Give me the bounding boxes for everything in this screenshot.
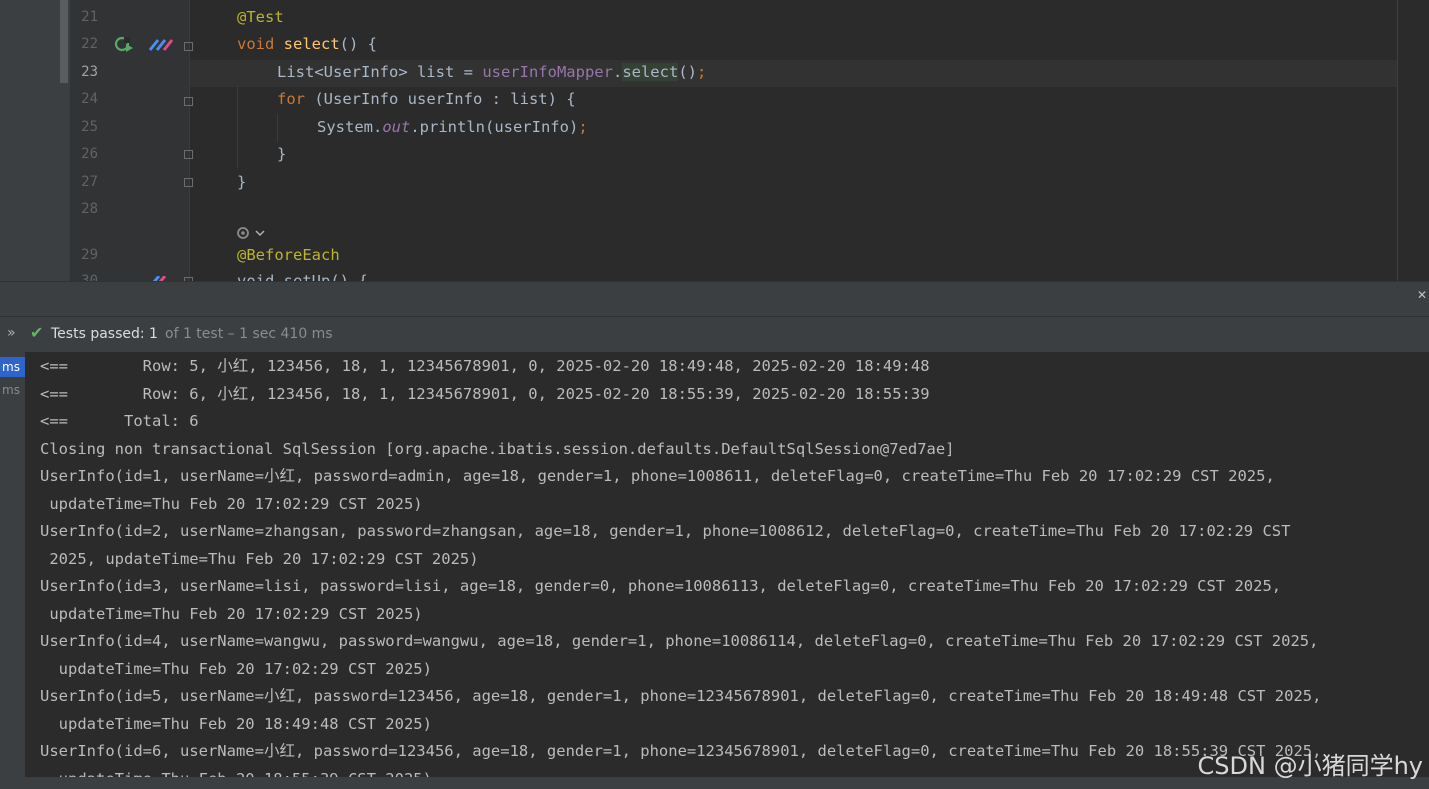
console-line: UserInfo(id=2, userName=zhangsan, passwo…: [40, 522, 1291, 540]
tests-passed-label: Tests passed: 1: [51, 326, 158, 342]
fold-marker-icon[interactable]: [184, 42, 193, 51]
console-line: updateTime=Thu Feb 20 17:02:29 CST 2025): [40, 605, 423, 623]
method-name: select: [283, 35, 340, 53]
run-test-icon[interactable]: [114, 36, 134, 54]
console-line: updateTime=Thu Feb 20 17:02:29 CST 2025): [40, 660, 432, 678]
console-line: <== Total: 6: [40, 412, 199, 430]
watermark: CSDN @小猪同学hy: [1197, 752, 1423, 780]
console-line: Closing non transactional SqlSession [or…: [40, 440, 955, 458]
fold-marker-icon[interactable]: [184, 97, 193, 106]
test-tree-item[interactable]: ms: [2, 383, 20, 397]
line-number: 24: [81, 91, 98, 107]
close-icon[interactable]: ✕: [1417, 288, 1427, 302]
code-editor[interactable]: 21 22 23 24 25 26 27 28 29 30 @Test void…: [0, 0, 1429, 281]
indent-guide: [277, 114, 278, 142]
line-number-active: 23: [81, 64, 98, 80]
test-status-bar: » ✔ Tests passed: 1 of 1 test – 1 sec 41…: [0, 316, 1429, 353]
indent-guide: [237, 86, 238, 168]
code-text: System.: [317, 118, 383, 136]
fold-marker-icon[interactable]: [184, 150, 193, 159]
console-line: <== Row: 6, 小红, 123456, 18, 1, 123456789…: [40, 385, 930, 403]
line-number: 21: [81, 9, 98, 25]
method-call-highlight: select: [622, 63, 679, 81]
line-number: 28: [81, 201, 98, 217]
console-line: UserInfo(id=1, userName=小红, password=adm…: [40, 467, 1275, 485]
keyword: void: [237, 35, 275, 53]
code-line[interactable]: void setUp() {: [237, 268, 368, 281]
code-line[interactable]: }: [277, 141, 286, 168]
console-line: UserInfo(id=5, userName=小红, password=123…: [40, 687, 1322, 705]
semicolon: ;: [578, 118, 588, 136]
code-text: List<UserInfo> list =: [277, 63, 483, 81]
semicolon: ;: [696, 63, 707, 81]
fold-marker-icon[interactable]: [184, 178, 193, 187]
field-ref: userInfoMapper: [482, 63, 613, 81]
code-line[interactable]: System.out.println(userInfo);: [317, 114, 588, 141]
side-scrollbar[interactable]: [60, 0, 68, 83]
console-line: 2025, updateTime=Thu Feb 20 17:02:29 CST…: [40, 550, 479, 568]
code-line[interactable]: void select() {: [237, 31, 377, 58]
line-number: 25: [81, 119, 98, 135]
mybatis-icon[interactable]: [148, 38, 174, 52]
code-text: (): [678, 63, 697, 81]
line-number: 22: [81, 36, 98, 52]
console-line: UserInfo(id=3, userName=lisi, password=l…: [40, 577, 1282, 595]
code-line-current[interactable]: List<UserInfo> list = userInfoMapper.sel…: [277, 59, 706, 86]
console-line: updateTime=Thu Feb 20 18:55:39 CST 2025): [40, 766, 432, 777]
code-line[interactable]: @BeforeEach: [237, 242, 340, 269]
console-line: updateTime=Thu Feb 20 17:02:29 CST 2025): [40, 495, 423, 513]
line-number: 30: [81, 273, 98, 281]
check-icon: ✔: [30, 323, 44, 342]
panel-splitter[interactable]: ✕: [0, 281, 1429, 317]
expand-chevron-icon[interactable]: »: [7, 325, 16, 341]
test-tree-item-selected[interactable]: ms: [0, 357, 25, 377]
tests-meta: of 1 test – 1 sec 410 ms: [165, 326, 333, 342]
console-line: UserInfo(id=6, userName=小红, password=123…: [40, 742, 1322, 760]
code-text: () {: [339, 35, 377, 53]
static-field: out: [382, 118, 411, 136]
code-line[interactable]: @Test: [237, 4, 284, 31]
code-text: .println(userInfo): [410, 118, 579, 136]
code-text: .: [612, 63, 623, 81]
inline-hint-icon[interactable]: [236, 225, 268, 241]
code-line[interactable]: for (UserInfo userInfo : list) {: [277, 86, 576, 113]
line-number: 26: [81, 146, 98, 162]
test-tree: ms ms: [0, 352, 25, 782]
console-output[interactable]: <== Row: 5, 小红, 123456, 18, 1, 123456789…: [25, 352, 1429, 777]
right-margin-guide: [1397, 0, 1398, 281]
console-line: UserInfo(id=4, userName=wangwu, password…: [40, 632, 1319, 650]
keyword: for: [277, 90, 305, 108]
line-number: 27: [81, 174, 98, 190]
console-line: updateTime=Thu Feb 20 18:49:48 CST 2025): [40, 715, 432, 733]
code-line[interactable]: }: [237, 169, 246, 196]
console-line: <== Row: 5, 小红, 123456, 18, 1, 123456789…: [40, 357, 930, 375]
code-text: (UserInfo userInfo : list) {: [305, 90, 576, 108]
line-number: 29: [81, 247, 98, 263]
